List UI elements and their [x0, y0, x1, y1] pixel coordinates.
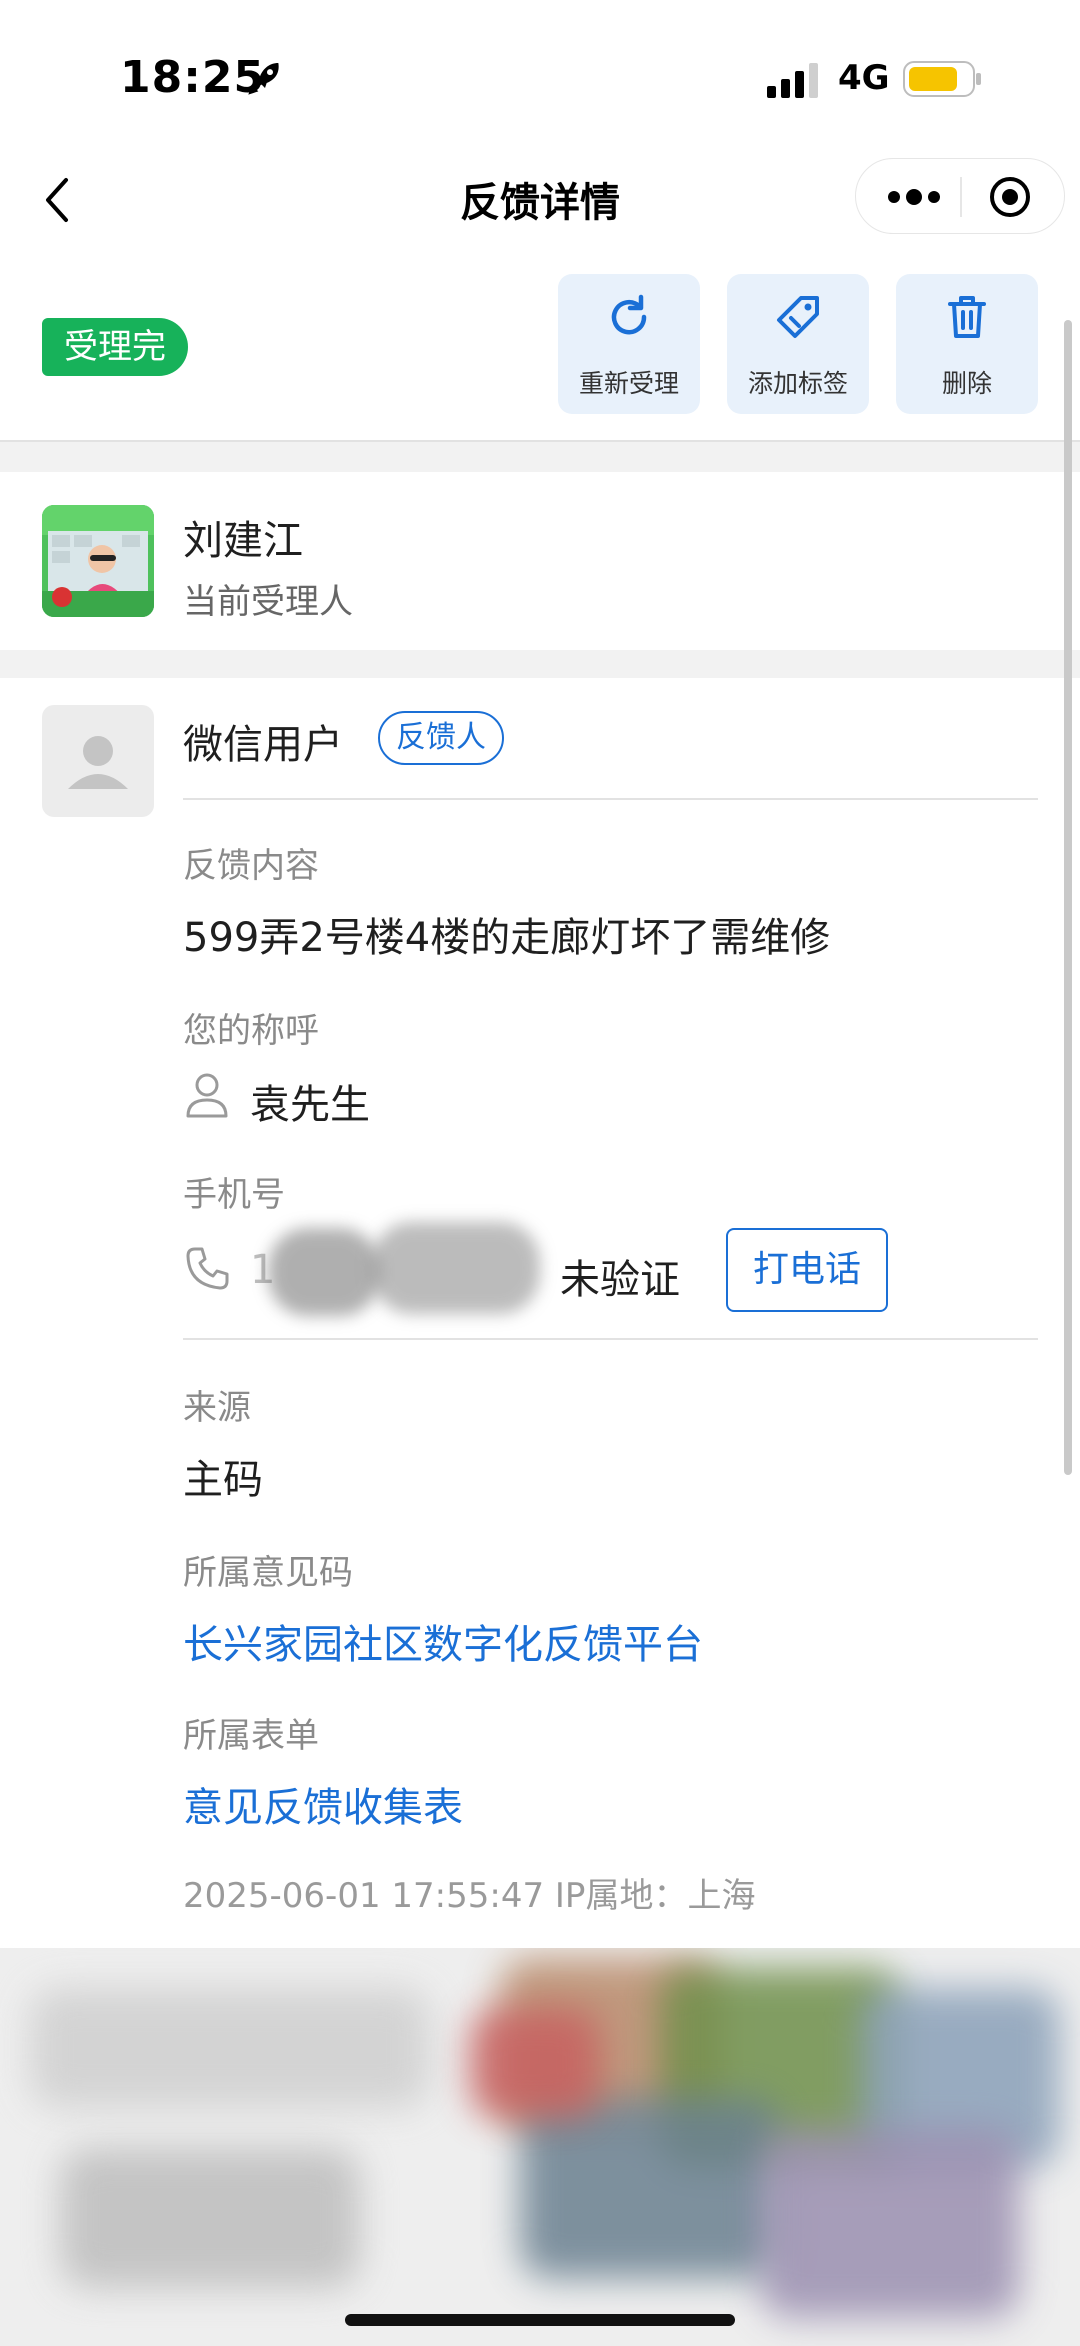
blur-patch: [470, 2008, 600, 2118]
delete-label: 删除: [941, 369, 992, 398]
nav-bar: 反馈详情: [0, 150, 1080, 260]
reassign-button[interactable]: 重新受理: [558, 274, 700, 414]
scrollbar[interactable]: [1064, 320, 1072, 1475]
capsule-divider: [960, 177, 962, 217]
close-target-icon[interactable]: [988, 175, 1032, 219]
status-bar: 18:25 4G: [0, 0, 1080, 150]
section-gap: [0, 650, 1080, 678]
user-divider: [183, 798, 1038, 800]
phone-divider: [183, 1338, 1038, 1340]
user-placeholder-icon: [68, 736, 128, 789]
rocket-icon: [248, 63, 279, 95]
mini-program-capsule: [855, 158, 1065, 234]
feedback-user-tag: 反馈人: [378, 711, 504, 765]
form-label: 所属表单: [183, 1716, 319, 1756]
content-value: 599弄2号楼4楼的走廊灯坏了需维修: [183, 915, 831, 961]
trash-icon: [948, 296, 986, 338]
person-icon: [186, 1073, 228, 1118]
blur-patch: [60, 2148, 360, 2288]
network-type: 4G: [838, 58, 890, 98]
source-label: 来源: [183, 1388, 251, 1428]
phone-label: 手机号: [183, 1175, 285, 1215]
call-button[interactable]: 打电话: [726, 1228, 888, 1312]
blur-patch: [760, 2128, 1020, 2318]
handler-avatar: [42, 505, 154, 617]
default-avatar: [42, 705, 154, 817]
source-value: 主码: [183, 1457, 263, 1503]
home-indicator[interactable]: [345, 2314, 735, 2326]
battery-icon: [903, 61, 981, 97]
refresh-icon: [611, 294, 647, 335]
submit-meta: 2025-06-01 17:55:47 IP属地：上海: [183, 1876, 756, 1916]
content-label: 反馈内容: [183, 846, 319, 886]
redaction-smudge: [372, 1222, 540, 1314]
code-label: 所属意见码: [183, 1553, 353, 1593]
status-badge: 受理完: [42, 318, 188, 376]
section-gap: [0, 442, 1080, 472]
redaction-smudge: [268, 1228, 380, 1316]
reassign-label: 重新受理: [578, 369, 679, 398]
status-time: 18:25: [120, 52, 266, 103]
handler-name: 刘建江: [183, 518, 303, 564]
title-label: 您的称呼: [183, 1011, 319, 1051]
handler-role: 当前受理人: [183, 582, 353, 622]
code-link[interactable]: 长兴家园社区数字化反馈平台: [183, 1612, 703, 1670]
signal-icon: [767, 63, 818, 98]
blur-patch: [520, 2098, 780, 2278]
handler-photo: [42, 505, 154, 617]
more-icon[interactable]: [884, 179, 944, 215]
delete-button[interactable]: 删除: [896, 274, 1038, 414]
obscured-region: [0, 1948, 1080, 2346]
add-tag-button[interactable]: 添加标签: [727, 274, 869, 414]
tag-icon: [777, 296, 819, 338]
form-link[interactable]: 意见反馈收集表: [183, 1775, 463, 1833]
feedback-user-name: 微信用户: [183, 722, 343, 768]
phone-icon: [186, 1247, 229, 1290]
add-tag-label: 添加标签: [747, 369, 848, 398]
blur-patch: [30, 1988, 430, 2108]
title-value: 袁先生: [250, 1082, 370, 1128]
phone-status: 未验证: [560, 1257, 680, 1303]
